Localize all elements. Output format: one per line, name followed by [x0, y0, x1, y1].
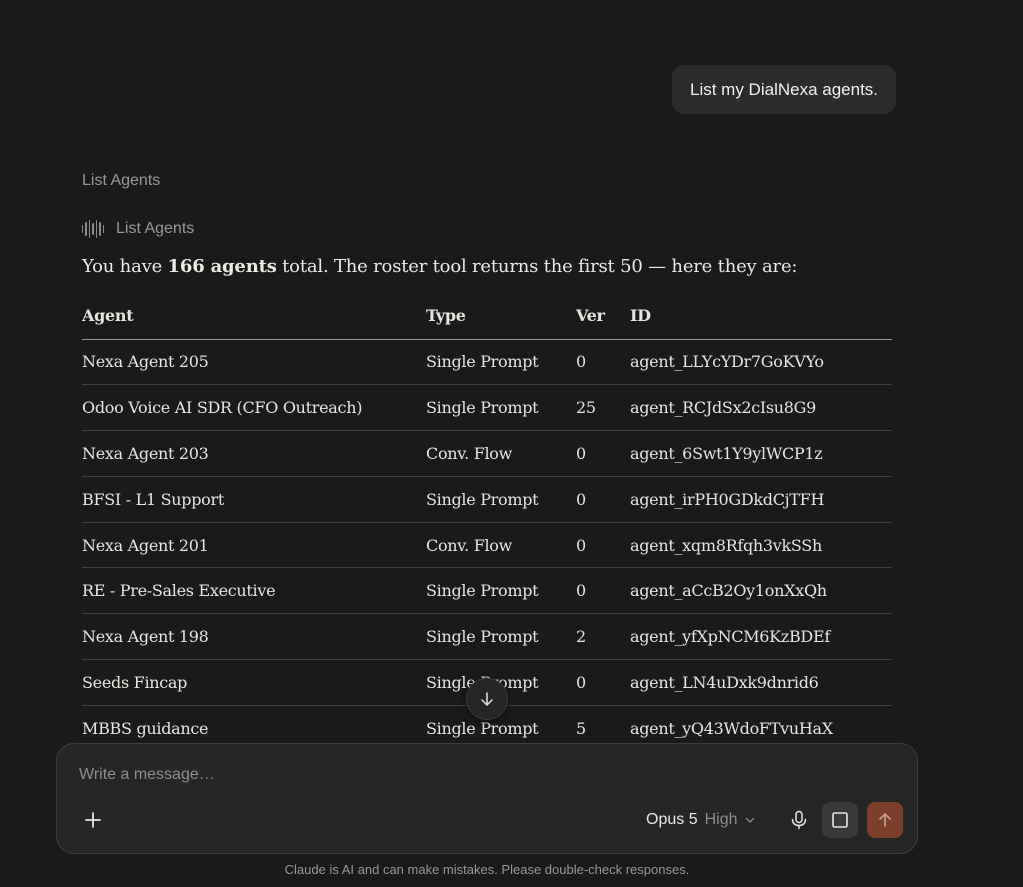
agent-name-cell: RE - Pre-Sales Executive [82, 567, 426, 615]
model-name: Opus 5 [646, 811, 698, 828]
agent-id-cell: agent_RCJdSx2cIsu8G9 [630, 384, 892, 432]
agent-name-cell: Nexa Agent 201 [82, 522, 426, 569]
table-row: Nexa Agent 203 Conv. Flow 0 agent_6Swt1Y9yl… [82, 430, 892, 477]
agent-type-cell: Single Prompt [426, 384, 576, 432]
model-effort: High [704, 811, 738, 828]
agent-version-cell: 25 [576, 384, 630, 432]
agent-version-cell: 0 [576, 659, 630, 706]
voice-input-button[interactable] [781, 802, 817, 838]
agent-id-cell: agent_irPH0GDkdCjTFH [630, 476, 892, 523]
send-button[interactable] [867, 802, 903, 838]
agent-version-cell: 0 [576, 476, 630, 523]
column-header-type: Type [426, 293, 576, 340]
add-attachment-button[interactable] [77, 804, 109, 836]
agent-version-cell: 5 [576, 705, 630, 745]
table-header-row: Agent Type Ver ID [82, 293, 892, 340]
column-header-agent: Agent [82, 293, 426, 340]
scroll-to-bottom-button[interactable] [466, 678, 508, 720]
agent-type-cell: Conv. Flow [426, 522, 576, 569]
square-icon [832, 812, 848, 828]
agent-name-cell: Seeds Fincap [82, 659, 426, 706]
agent-id-cell: agent_6Swt1Y9ylWCP1z [630, 430, 892, 477]
user-message-text: List my DialNexa agents. [690, 79, 879, 99]
agent-type-cell: Single Prompt [426, 613, 576, 661]
disclaimer-text: Claude is AI and can make mistakes. Plea… [284, 862, 690, 877]
table-row: Odoo Voice AI SDR (CFO Outreach) Single P… [82, 384, 892, 432]
agent-name-cell: MBBS guidance [82, 705, 426, 745]
agent-version-cell: 2 [576, 613, 630, 661]
table-row: Nexa Agent 205 Single Prompt 0 agent_LLYcYD… [82, 339, 892, 386]
table-row: Nexa Agent 201 Conv. Flow 0 agent_xqm8Rfqh3… [82, 522, 892, 569]
agent-name-cell: Odoo Voice AI SDR (CFO Outreach) [82, 384, 426, 432]
model-selector[interactable]: Opus 5 High [646, 808, 755, 832]
tool-call-row[interactable]: List Agents [82, 219, 194, 239]
message-composer: Opus 5 High [56, 743, 918, 854]
plus-icon [85, 812, 101, 828]
agent-name-cell: Nexa Agent 198 [82, 613, 426, 661]
table-row: RE - Pre-Sales Executive Single Prompt 0 ag… [82, 567, 892, 615]
user-message-bubble: List my DialNexa agents. [672, 65, 897, 114]
agent-type-cell: Single Prompt [426, 476, 576, 523]
agent-name-cell: BFSI - L1 Support [82, 476, 426, 523]
agent-id-cell: agent_aCcB2Oy1onXxQh [630, 567, 892, 615]
agent-id-cell: agent_LLYcYDr7GoKVYo [630, 339, 892, 386]
table-row: Nexa Agent 198 Single Prompt 2 agent_yfXpNC… [82, 613, 892, 661]
agent-id-cell: agent_yQ43WdoFTvuHaX [630, 705, 892, 745]
microphone-icon [791, 810, 807, 830]
agent-version-cell: 0 [576, 339, 630, 386]
agent-id-cell: agent_xqm8Rfqh3vkSSh [630, 522, 892, 569]
agent-type-cell: Single Prompt [426, 567, 576, 615]
column-header-id: ID [630, 293, 892, 340]
arrow-down-icon [481, 692, 493, 706]
agent-version-cell: 0 [576, 567, 630, 615]
column-header-ver: Ver [576, 293, 630, 340]
chevron-down-icon [745, 817, 754, 823]
agent-count: 166 agents [167, 256, 277, 277]
message-input[interactable] [79, 766, 679, 784]
tool-call-label: List Agents [116, 220, 195, 237]
waveform-icon [82, 219, 104, 239]
tool-section-label[interactable]: List Agents [82, 172, 160, 190]
agent-name-cell: Nexa Agent 205 [82, 339, 426, 386]
agent-version-cell: 0 [576, 430, 630, 477]
stop-button[interactable] [822, 802, 858, 838]
agent-version-cell: 0 [576, 522, 630, 569]
table-row: BFSI - L1 Support Single Prompt 0 agent_irP… [82, 476, 892, 523]
agent-type-cell: Conv. Flow [426, 430, 576, 477]
agent-type-cell: Single Prompt [426, 339, 576, 386]
arrow-up-icon [879, 813, 891, 827]
agent-id-cell: agent_yfXpNCM6KzBDEf [630, 613, 892, 661]
agent-id-cell: agent_LN4uDxk9dnrid6 [630, 659, 892, 706]
agent-name-cell: Nexa Agent 203 [82, 430, 426, 477]
response-intro: You have 166 agents total. The roster to… [82, 256, 798, 277]
